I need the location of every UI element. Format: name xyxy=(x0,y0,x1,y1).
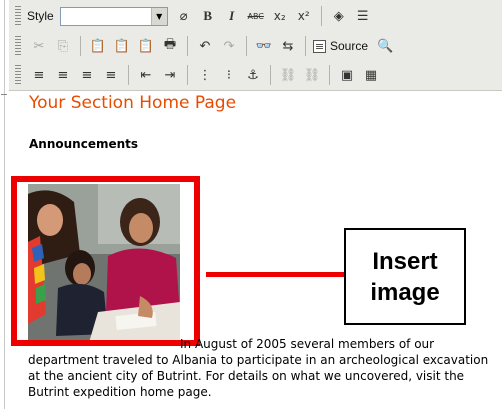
bold-icon[interactable]: B xyxy=(197,5,219,27)
subscript-icon[interactable]: x₂ xyxy=(269,5,291,27)
announcement-paragraph: In August of 2005 several members of our… xyxy=(28,337,489,399)
toolbar-separator xyxy=(80,36,81,56)
announcements-heading: Announcements xyxy=(29,137,139,151)
anchor-icon[interactable]: ⚓ xyxy=(242,64,264,86)
horizontal-rule-icon[interactable]: ☰ xyxy=(352,5,374,27)
paste-icon[interactable]: 📋 xyxy=(87,35,109,57)
toolbar-separator xyxy=(187,65,188,85)
align-right-icon[interactable]: ≡ xyxy=(76,64,98,86)
toolbar-row-3: ≡ ≡ ≡ ≡ ⇤ ⇥ ⋮ ⁝ ⚓ ⛓ ⛓ ▣ ▦ xyxy=(9,61,383,89)
ruler-tick xyxy=(1,94,7,95)
paste-text-icon[interactable]: 📋 xyxy=(111,35,133,57)
special-char-icon[interactable]: ◈ xyxy=(328,5,350,27)
row1-buttons: ⌀ B I ABC x₂ x² ◈ ☰ xyxy=(172,5,375,27)
source-icon xyxy=(313,39,326,53)
toolbar-separator xyxy=(128,65,129,85)
toolbar-separator xyxy=(305,36,306,56)
insert-image-callout: Insert image xyxy=(344,228,466,325)
copy-icon[interactable]: ⎘ xyxy=(52,35,74,57)
style-label: Style xyxy=(27,9,54,23)
outdent-icon[interactable]: ⇤ xyxy=(135,64,157,86)
align-left-icon[interactable]: ≡ xyxy=(28,64,50,86)
row2-buttons: ✂ ⎘ 📋 📋 📋 🖶 ↶ ↷ 👓 ⇆ xyxy=(27,35,300,57)
image-icon[interactable]: ▣ xyxy=(336,64,358,86)
link-icon[interactable]: ⛓ xyxy=(277,64,299,86)
style-dropdown[interactable]: ▼ xyxy=(59,6,168,26)
toolbar-row-2: ✂ ⎘ 📋 📋 📋 🖶 ↶ ↷ 👓 ⇆ Source 🔍 xyxy=(9,32,397,60)
paste-word-icon[interactable]: 📋 xyxy=(135,35,157,57)
strikethrough-icon[interactable]: ABC xyxy=(245,5,267,27)
justify-icon[interactable]: ≡ xyxy=(100,64,122,86)
toolbar-grip[interactable] xyxy=(15,65,21,85)
editor-content[interactable]: Your Section Home Page Announcements Ins… xyxy=(9,91,502,409)
editor-toolbar: Style ▼ ⌀ B I ABC x₂ x² ◈ ☰ ✂ ⎘ 📋 📋 📋 🖶 ↶ ↷ 👓 ⇆ Source 🔍… xyxy=(9,0,502,91)
unordered-list-icon[interactable]: ⁝ xyxy=(218,64,240,86)
align-center-icon[interactable]: ≡ xyxy=(52,64,74,86)
source-button[interactable]: Source xyxy=(313,35,368,57)
row3-buttons: ≡ ≡ ≡ ≡ ⇤ ⇥ ⋮ ⁝ ⚓ ⛓ ⛓ ▣ ▦ xyxy=(27,64,383,86)
toolbar-separator xyxy=(270,65,271,85)
find-icon[interactable]: 👓 xyxy=(253,35,275,57)
toolbar-separator xyxy=(329,65,330,85)
toolbar-row-1: Style ▼ ⌀ B I ABC x₂ x² ◈ ☰ xyxy=(9,2,375,30)
replace-icon[interactable]: ⇆ xyxy=(277,35,299,57)
table-icon[interactable]: ▦ xyxy=(360,64,382,86)
highlight-frame xyxy=(11,176,200,346)
chevron-down-icon[interactable]: ▼ xyxy=(150,7,167,25)
toolbar-grip[interactable] xyxy=(15,6,21,26)
toolbar-grip[interactable] xyxy=(15,36,21,56)
toolbar-separator xyxy=(187,36,188,56)
eraser-icon[interactable]: ⌀ xyxy=(173,5,195,27)
superscript-icon[interactable]: x² xyxy=(293,5,315,27)
page-title: Your Section Home Page xyxy=(29,93,237,113)
cut-icon[interactable]: ✂ xyxy=(28,35,50,57)
print-icon[interactable]: 🖶 xyxy=(159,35,181,57)
preview-icon[interactable]: 🔍 xyxy=(374,35,396,57)
callout-connector xyxy=(206,272,344,277)
toolbar-separator xyxy=(246,36,247,56)
source-label: Source xyxy=(330,39,369,53)
indent-icon[interactable]: ⇥ xyxy=(159,64,181,86)
unlink-icon[interactable]: ⛓ xyxy=(301,64,323,86)
ordered-list-icon[interactable]: ⋮ xyxy=(194,64,216,86)
italic-icon[interactable]: I xyxy=(221,5,243,27)
ruler-edge xyxy=(4,0,5,409)
redo-icon[interactable]: ↷ xyxy=(218,35,240,57)
toolbar-separator xyxy=(320,6,322,26)
undo-icon[interactable]: ↶ xyxy=(194,35,216,57)
callout-text: Insert image xyxy=(370,247,440,306)
